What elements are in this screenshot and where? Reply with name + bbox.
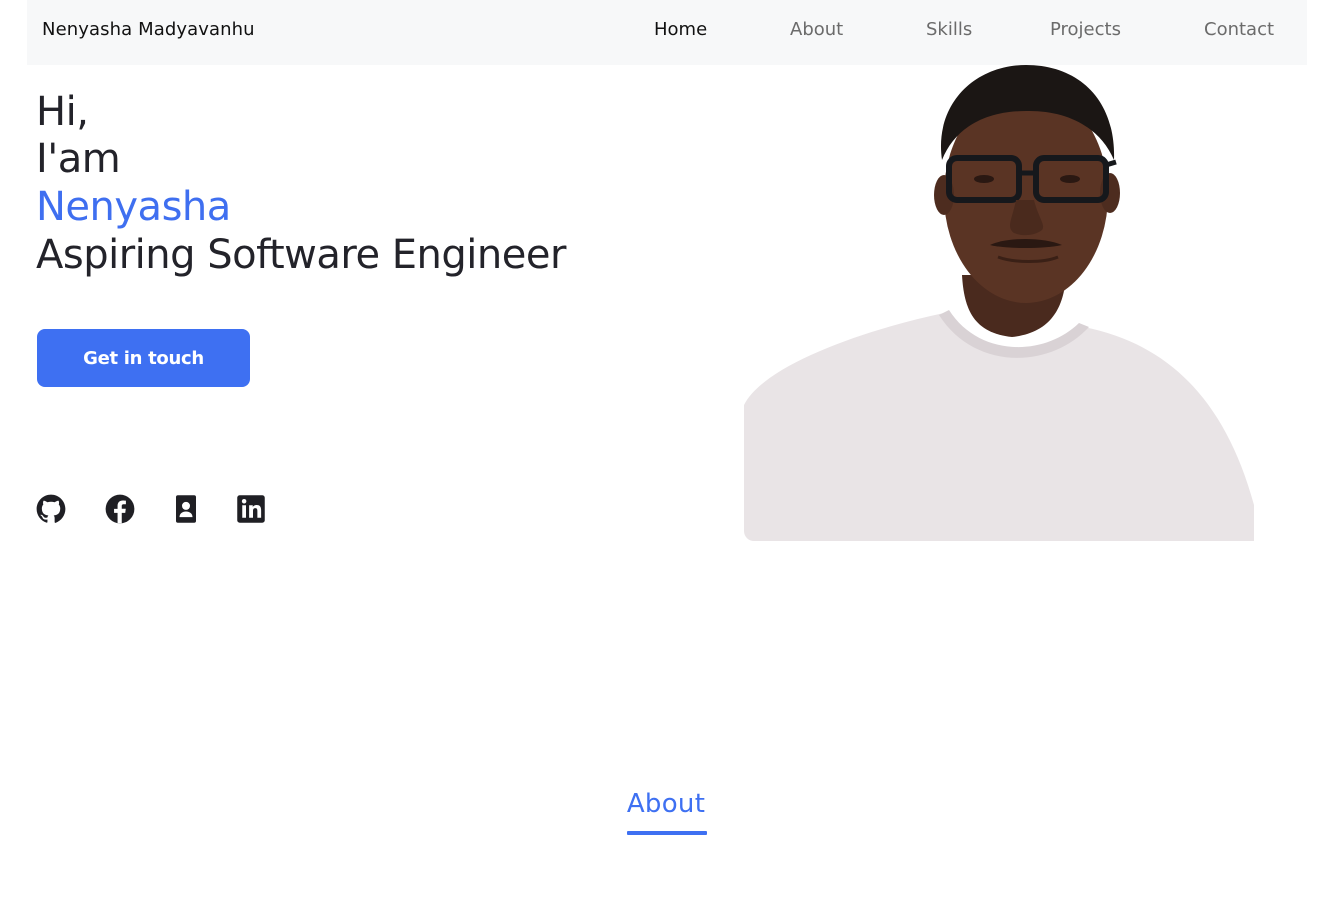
navbar: Nenyasha Madyavanhu Home About Skills Pr…	[27, 0, 1307, 65]
hero-intro: I'am	[36, 136, 121, 182]
nav-skills-link[interactable]: Skills	[926, 19, 972, 40]
nav-home-link[interactable]: Home	[654, 19, 707, 40]
hero-greeting: Hi,	[36, 89, 89, 135]
contact-card-icon[interactable]	[171, 493, 201, 525]
brand-link[interactable]: Nenyasha Madyavanhu	[42, 19, 255, 40]
github-icon[interactable]	[36, 493, 66, 525]
nav-projects-link[interactable]: Projects	[1050, 19, 1121, 40]
facebook-icon[interactable]	[105, 493, 135, 525]
nav-contact-link[interactable]: Contact	[1204, 19, 1274, 40]
linkedin-icon[interactable]	[236, 493, 266, 525]
hero-role: Aspiring Software Engineer	[36, 232, 566, 278]
profile-photo	[744, 65, 1260, 541]
page: Nenyasha Madyavanhu Home About Skills Pr…	[0, 0, 1332, 911]
about-section-title: About	[626, 789, 706, 819]
hero-name: Nenyasha	[36, 184, 231, 230]
nav-about-link[interactable]: About	[790, 19, 843, 40]
about-section-underline	[627, 831, 707, 835]
get-in-touch-button[interactable]: Get in touch	[37, 329, 250, 387]
